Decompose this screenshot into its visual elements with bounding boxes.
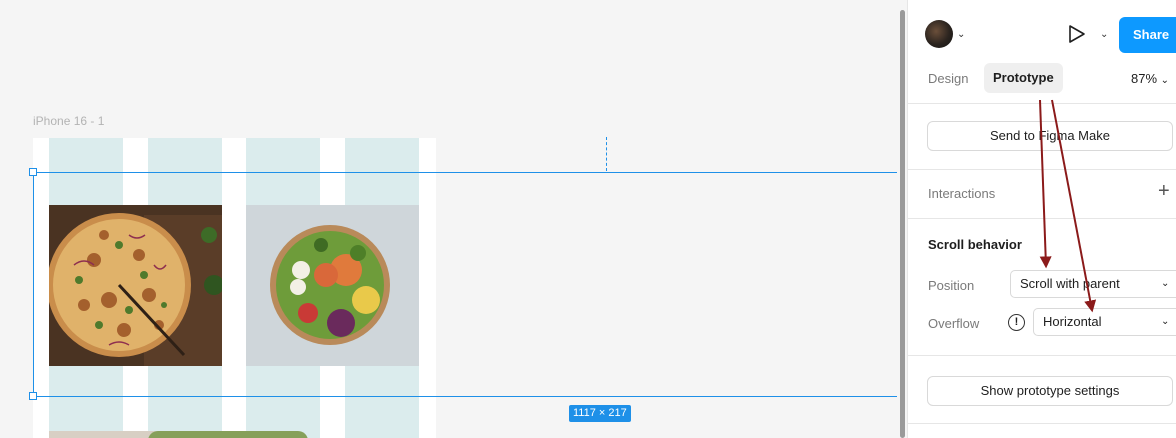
divider	[908, 103, 1176, 104]
chevron-down-icon: ⌄	[1161, 278, 1170, 289]
divider	[908, 423, 1176, 424]
tab-design[interactable]: Design	[928, 71, 968, 86]
plus-icon[interactable]: +	[1158, 181, 1170, 201]
canvas-scrollbar-thumb[interactable]	[900, 10, 905, 438]
send-to-figma-make-button[interactable]: Send to Figma Make	[927, 121, 1173, 151]
selection-edge-bottom	[33, 396, 897, 397]
properties-panel: ⌄ ⌄ Share Design Prototype 87% ⌄ Send to…	[907, 0, 1176, 438]
canvas[interactable]: iPhone 16 - 1 1117 × 217	[0, 0, 897, 438]
frame-label[interactable]: iPhone 16 - 1	[33, 114, 104, 128]
size-badge: 1117 × 217	[569, 405, 631, 422]
position-select[interactable]: Scroll with parent ⌄	[1010, 270, 1176, 298]
info-icon[interactable]: !	[1008, 314, 1025, 331]
share-button[interactable]: Share	[1119, 17, 1176, 53]
divider	[908, 355, 1176, 356]
image-below	[148, 431, 308, 438]
interactions-label: Interactions	[928, 186, 996, 201]
position-value: Scroll with parent	[1020, 276, 1120, 291]
salad-bowl-image[interactable]	[246, 205, 419, 366]
zoom-value: 87%	[1131, 71, 1158, 86]
overflow-label: Overflow	[928, 316, 980, 331]
pizza-image[interactable]	[49, 205, 222, 366]
play-icon[interactable]	[1068, 24, 1086, 44]
chevron-down-icon: ⌄	[1161, 316, 1170, 327]
selection-edge-top	[33, 172, 897, 173]
avatar[interactable]	[925, 20, 953, 48]
zoom-level[interactable]: 87% ⌄	[1131, 71, 1169, 86]
chevron-down-icon: ⌄	[1160, 75, 1170, 86]
iphone-frame[interactable]	[33, 138, 436, 438]
spacing-guide	[606, 137, 607, 171]
resize-handle-top-left[interactable]	[29, 168, 37, 176]
selection-edge-left	[33, 172, 34, 397]
overflow-select[interactable]: Horizontal ⌄	[1033, 308, 1176, 336]
chevron-down-icon[interactable]: ⌄	[957, 29, 965, 40]
tab-prototype[interactable]: Prototype	[984, 63, 1063, 93]
divider	[908, 218, 1176, 219]
overflow-value: Horizontal	[1043, 314, 1102, 329]
show-prototype-settings-button[interactable]: Show prototype settings	[927, 376, 1173, 406]
divider	[908, 169, 1176, 170]
position-label: Position	[928, 278, 975, 293]
resize-handle-bottom-left[interactable]	[29, 392, 37, 400]
chevron-down-icon[interactable]: ⌄	[1100, 29, 1108, 40]
scroll-behavior-title: Scroll behavior	[928, 237, 1022, 252]
